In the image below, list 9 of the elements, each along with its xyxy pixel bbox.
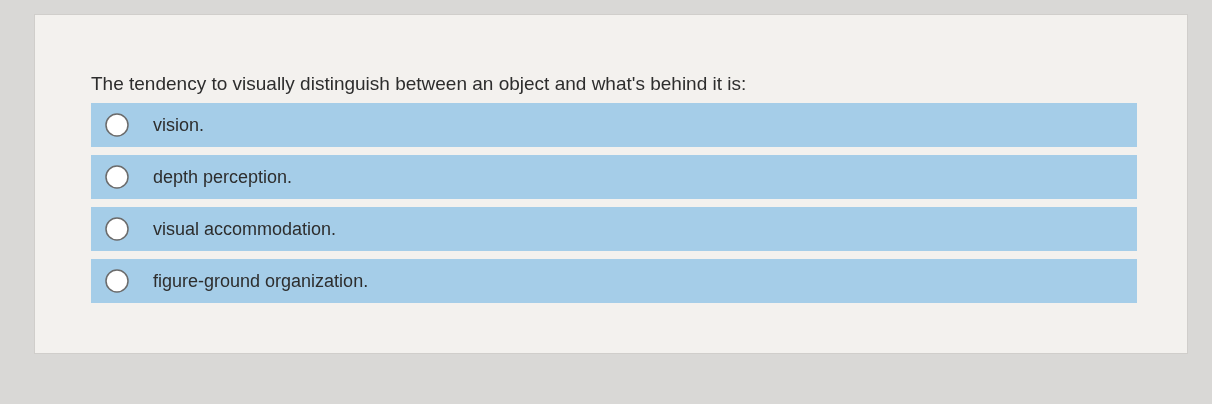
answer-option[interactable]: visual accommodation. bbox=[91, 207, 1137, 251]
answer-option[interactable]: vision. bbox=[91, 103, 1137, 147]
radio-button-icon[interactable] bbox=[105, 269, 129, 293]
radio-button-icon[interactable] bbox=[105, 165, 129, 189]
answer-option[interactable]: depth perception. bbox=[91, 155, 1137, 199]
answer-option[interactable]: figure-ground organization. bbox=[91, 259, 1137, 303]
radio-button-icon[interactable] bbox=[105, 113, 129, 137]
question-text: The tendency to visually distinguish between an object and what's behind it is: bbox=[91, 73, 747, 95]
radio-button-icon[interactable] bbox=[105, 217, 129, 241]
